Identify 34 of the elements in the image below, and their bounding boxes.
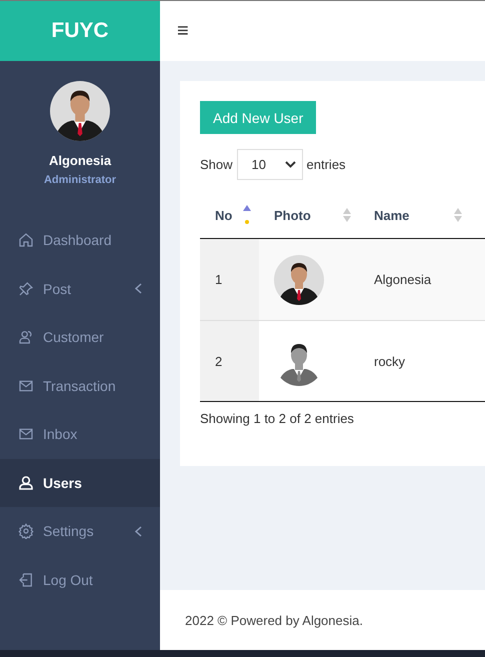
home-icon <box>18 232 34 248</box>
sidebar-item[interactable]: Settings <box>0 507 160 556</box>
show-label: Show <box>200 157 233 172</box>
brand-logo[interactable]: FUYC <box>0 1 160 61</box>
profile-name: Algonesia <box>48 153 112 168</box>
sidebar-item[interactable]: Log Out <box>0 556 160 604</box>
column-header[interactable]: Photo <box>274 208 311 222</box>
sidebar-item[interactable]: Users <box>0 458 160 507</box>
footer-text: 2022 © Powered by Algonesia. <box>185 612 363 628</box>
sidebar-item[interactable]: Post <box>0 264 160 313</box>
table-cell-text: rocky <box>373 352 406 371</box>
sidebar-item[interactable]: Inbox <box>0 410 160 458</box>
mail-icon <box>18 378 34 394</box>
add-user-button[interactable]: Add New User <box>200 101 316 134</box>
sidebar-item[interactable]: Customer <box>0 313 160 362</box>
menu-toggle[interactable]: ≡ <box>177 20 189 42</box>
table-cell: 2 <box>200 321 259 401</box>
table-cell-text: Algonesia <box>373 271 432 289</box>
gear-icon <box>18 523 34 540</box>
chevron-down-icon <box>284 161 296 168</box>
profile-role: Administrator <box>44 174 116 186</box>
logout-icon <box>18 572 34 588</box>
pin-icon <box>18 280 34 297</box>
column-header[interactable]: No <box>215 208 232 222</box>
sidebar-item[interactable]: Dashboard <box>0 216 160 264</box>
table-info: Showing 1 to 2 of 2 entries <box>200 411 354 426</box>
mail-icon <box>18 426 34 442</box>
column-header[interactable]: Name <box>374 208 410 222</box>
users-icon <box>18 329 34 346</box>
entries-select[interactable]: 10 <box>236 149 303 180</box>
entries-label: entries <box>306 157 346 172</box>
sidebar-item[interactable]: Transaction <box>0 362 160 410</box>
user-icon <box>18 474 34 491</box>
table-cell: 1 <box>200 239 259 320</box>
